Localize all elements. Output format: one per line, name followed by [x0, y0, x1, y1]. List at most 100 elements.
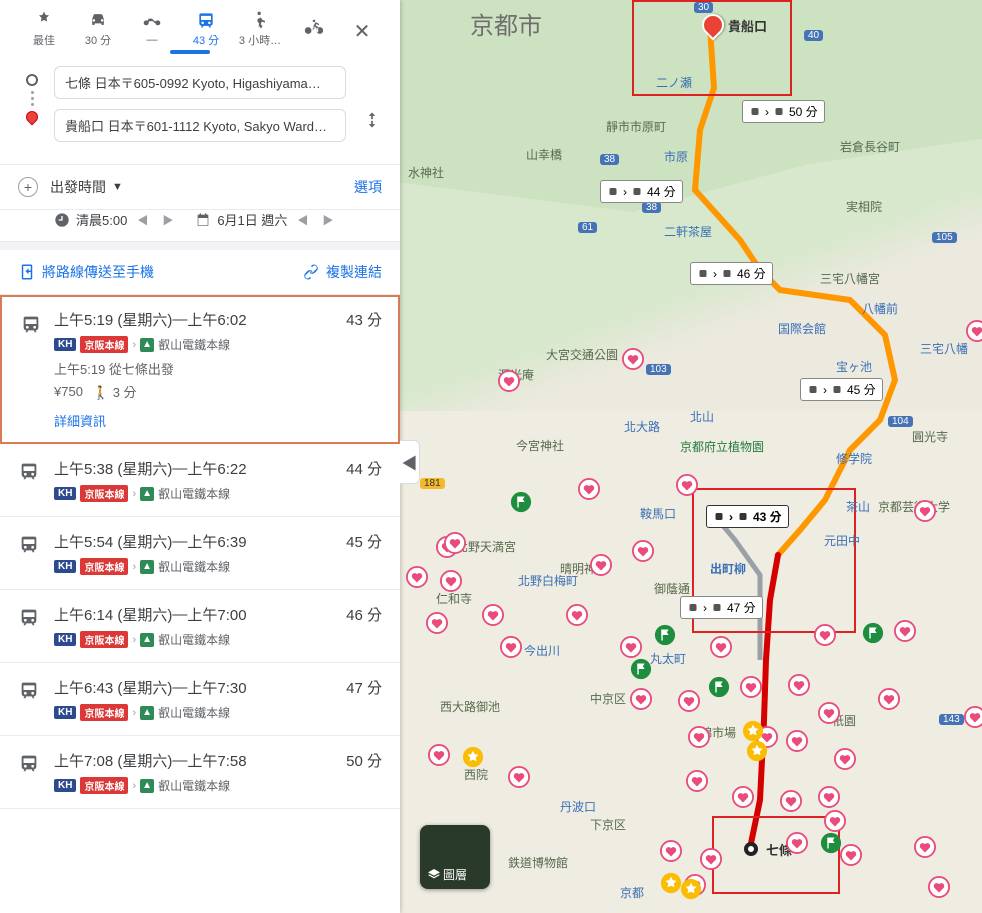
saved-heart-39[interactable]: [786, 832, 808, 854]
saved-heart-7[interactable]: [440, 570, 462, 592]
mode-walking[interactable]: 3 小時…: [234, 6, 286, 52]
map-canvas[interactable]: 京都市 貴船口 二ノ瀬 七條 › 43 分 › 44 分 › 45 分 › 46…: [400, 0, 982, 913]
saved-heart-35[interactable]: [428, 744, 450, 766]
saved-heart-28[interactable]: [834, 748, 856, 770]
saved-heart-42[interactable]: [928, 876, 950, 898]
saved-heart-12[interactable]: [406, 566, 428, 588]
time-picker[interactable]: 清晨5:00 ◀ ▶: [54, 210, 177, 229]
saved-heart-20[interactable]: [678, 690, 700, 712]
saved-star-48[interactable]: [680, 878, 702, 900]
result-item-4[interactable]: 上午6:43 (星期六)—上午7:30 47 分 KH 京阪本線 › ▲ 叡山電…: [0, 663, 400, 736]
mode-best[interactable]: 最佳: [18, 6, 70, 52]
route-time-43[interactable]: › 43 分: [706, 505, 789, 528]
route-time-45[interactable]: › 45 分: [800, 378, 883, 401]
saved-heart-33[interactable]: [824, 810, 846, 832]
result-time-row: 上午7:08 (星期六)—上午7:58 50 分: [54, 750, 382, 771]
saved-heart-27[interactable]: [786, 730, 808, 752]
close-directions[interactable]: ✕: [342, 15, 382, 44]
place-miyakehachi: 三宅八幡宮: [820, 270, 880, 287]
saved-heart-14[interactable]: [500, 636, 522, 658]
saved-heart-40[interactable]: [840, 844, 862, 866]
saved-heart-8[interactable]: [482, 604, 504, 626]
mode-moto-label: —: [147, 34, 158, 46]
saved-heart-44[interactable]: [914, 500, 936, 522]
saved-flag-50[interactable]: [510, 491, 532, 513]
saved-star-49[interactable]: [462, 746, 484, 768]
saved-heart-5[interactable]: [578, 478, 600, 500]
saved-heart-31[interactable]: [780, 790, 802, 812]
time-next[interactable]: ▶: [158, 212, 177, 228]
place-enkoju: 圓光寺: [912, 428, 948, 445]
saved-heart-1[interactable]: [622, 348, 644, 370]
collapse-panel-button[interactable]: ◀: [400, 440, 420, 484]
saved-heart-29[interactable]: [686, 770, 708, 792]
send-to-phone-link[interactable]: 將路線傳送至手機: [18, 262, 154, 282]
saved-flag-52[interactable]: [630, 658, 652, 680]
line2-icon-badge: ▲: [140, 633, 154, 647]
date-prev[interactable]: ◀: [293, 212, 312, 228]
saved-heart-24[interactable]: [878, 688, 900, 710]
mode-motorcycle[interactable]: —: [126, 8, 178, 50]
place-mizubashi: 山幸橋: [526, 146, 562, 163]
saved-flag-53[interactable]: [708, 676, 730, 698]
saved-flag-54[interactable]: [820, 832, 842, 854]
route-time-50[interactable]: › 50 分: [742, 100, 825, 123]
saved-heart-17[interactable]: [814, 624, 836, 646]
mode-driving[interactable]: 30 分: [72, 6, 124, 52]
result-item-0[interactable]: 上午5:19 (星期六)—上午6:02 43 分 KH 京阪本線 › ▲ 叡山電…: [0, 295, 400, 444]
saved-heart-25[interactable]: [688, 726, 710, 748]
details-link[interactable]: 詳細資訊: [54, 411, 382, 430]
route-time-47[interactable]: › 47 分: [680, 596, 763, 619]
route-time-44[interactable]: › 44 分: [600, 180, 683, 203]
saved-heart-2[interactable]: [498, 370, 520, 392]
result-time-row: 上午5:38 (星期六)—上午6:22 44 分: [54, 458, 382, 479]
saved-heart-41[interactable]: [914, 836, 936, 858]
saved-heart-36[interactable]: [660, 840, 682, 862]
saved-heart-34[interactable]: [508, 766, 530, 788]
result-item-3[interactable]: 上午6:14 (星期六)—上午7:00 46 分 KH 京阪本線 › ▲ 叡山電…: [0, 590, 400, 663]
saved-heart-18[interactable]: [894, 620, 916, 642]
saved-heart-22[interactable]: [788, 674, 810, 696]
saved-heart-23[interactable]: [818, 702, 840, 724]
origin-marker-icon: [26, 74, 38, 86]
saved-flag-51[interactable]: [654, 624, 676, 646]
saved-heart-21[interactable]: [740, 676, 762, 698]
saved-heart-19[interactable]: [630, 688, 652, 710]
date-picker[interactable]: 6月1日 週六 ◀ ▶: [195, 210, 337, 229]
origin-input[interactable]: [54, 66, 346, 99]
saved-heart-0[interactable]: [966, 320, 982, 342]
saved-heart-11[interactable]: [632, 540, 654, 562]
copy-link-button[interactable]: 複製連結: [302, 262, 382, 282]
mode-cycling[interactable]: [288, 14, 340, 44]
swap-locations-button[interactable]: [362, 110, 382, 135]
route-time-46[interactable]: › 46 分: [690, 262, 773, 285]
saved-heart-13[interactable]: [426, 612, 448, 634]
saved-heart-6[interactable]: [676, 474, 698, 496]
saved-heart-37[interactable]: [700, 848, 722, 870]
mode-transit[interactable]: 43 分: [180, 6, 232, 52]
saved-star-46[interactable]: [746, 740, 768, 762]
origin-circle[interactable]: [744, 842, 758, 856]
add-stop-button[interactable]: +: [18, 177, 38, 197]
time-prev[interactable]: ◀: [133, 212, 152, 228]
saved-flag-55[interactable]: [862, 622, 884, 644]
options-link[interactable]: 選項: [354, 177, 382, 197]
saved-heart-15[interactable]: [620, 636, 642, 658]
saved-heart-16[interactable]: [710, 636, 732, 658]
destination-input[interactable]: [54, 109, 346, 142]
saved-heart-32[interactable]: [818, 786, 840, 808]
departure-time-dropdown[interactable]: 出發時間 ▼: [50, 177, 123, 197]
saved-heart-4[interactable]: [444, 532, 466, 554]
saved-star-47[interactable]: [660, 872, 682, 894]
date-next[interactable]: ▶: [318, 212, 337, 228]
saved-heart-10[interactable]: [590, 554, 612, 576]
saved-heart-43[interactable]: [964, 706, 982, 728]
result-item-1[interactable]: 上午5:38 (星期六)—上午6:22 44 分 KH 京阪本線 › ▲ 叡山電…: [0, 444, 400, 517]
result-item-5[interactable]: 上午7:08 (星期六)—上午7:58 50 分 KH 京阪本線 › ▲ 叡山電…: [0, 736, 400, 809]
mode-driving-label: 30 分: [85, 32, 111, 48]
saved-heart-9[interactable]: [566, 604, 588, 626]
result-item-2[interactable]: 上午5:54 (星期六)—上午6:39 45 分 KH 京阪本線 › ▲ 叡山電…: [0, 517, 400, 590]
saved-star-45[interactable]: [742, 720, 764, 742]
saved-heart-30[interactable]: [732, 786, 754, 808]
layers-button[interactable]: 圖層: [420, 825, 490, 889]
